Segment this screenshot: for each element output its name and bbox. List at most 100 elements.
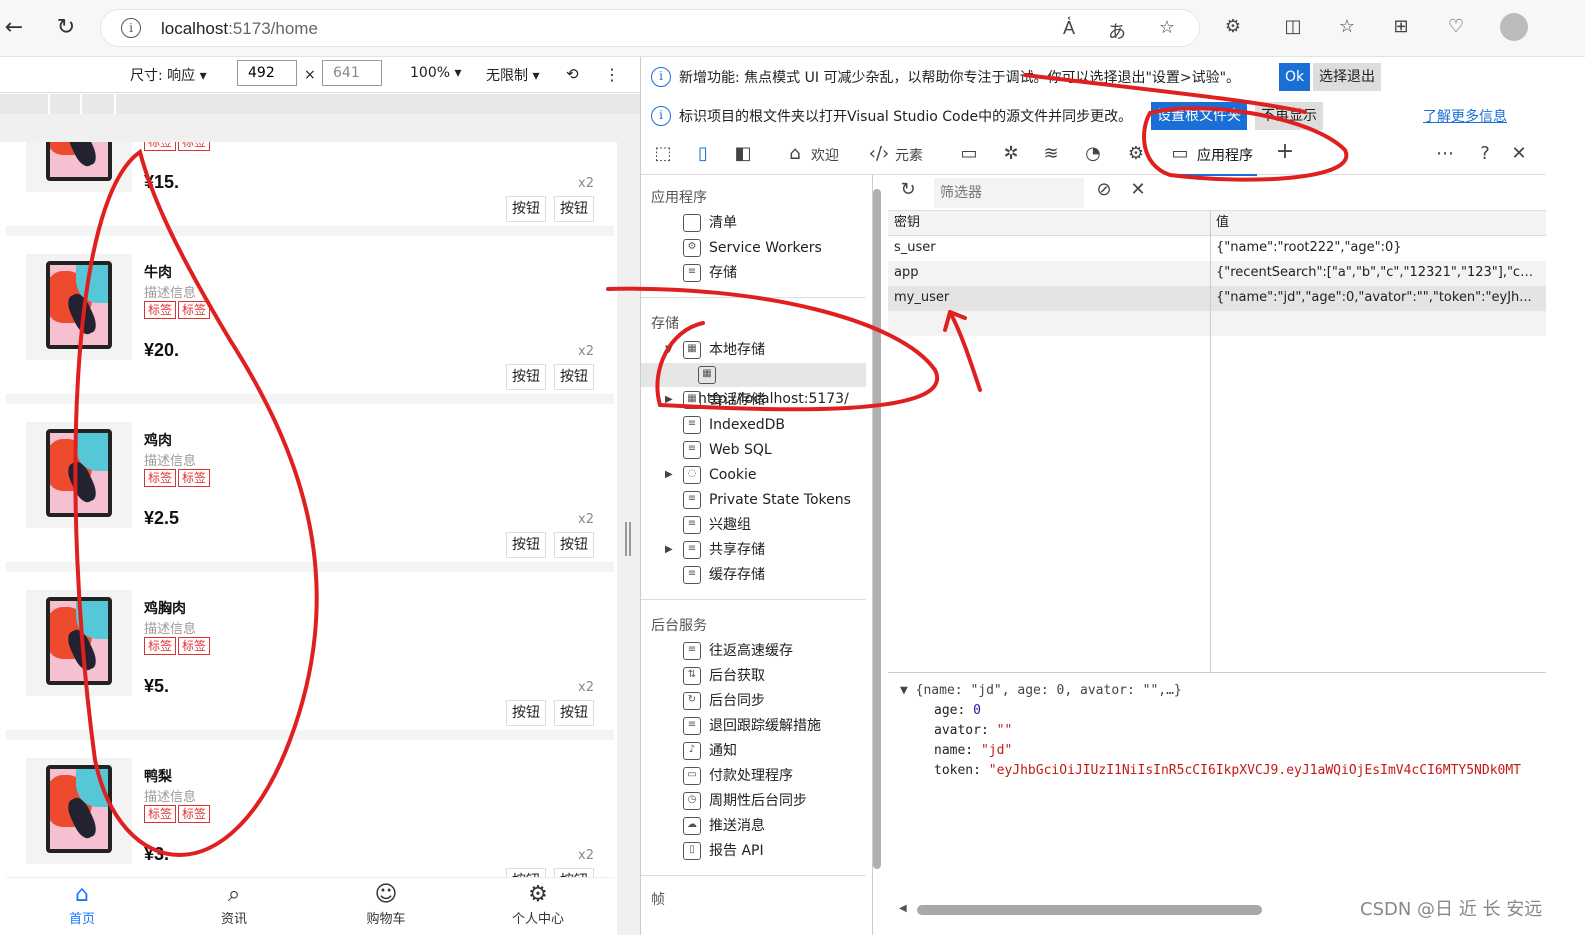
table-row[interactable]: app {"recentSearch":["a","b","c","12321"… (888, 261, 1546, 286)
url-text[interactable]: localhost:5173/home (161, 19, 318, 39)
split-screen-icon[interactable]: ◫ (1280, 16, 1306, 37)
height-input[interactable] (322, 60, 382, 86)
table-row[interactable]: s_user {"name":"root222","age":0} (888, 236, 1546, 261)
tree-item-background[interactable]: ◷ 周期性后台同步 (683, 789, 807, 813)
profile-avatar[interactable] (1500, 13, 1528, 41)
extensions-icon[interactable]: ⚙ (1220, 16, 1246, 37)
network-wifi-icon[interactable]: ≋ (1039, 143, 1063, 164)
more-options-icon[interactable]: ⋮ (604, 65, 620, 84)
refresh-icon[interactable]: ↻ (896, 179, 920, 200)
expand-arrow-icon[interactable]: ▶ (665, 388, 673, 412)
favorite-star-icon[interactable]: ☆ (1154, 17, 1180, 38)
product-button[interactable]: 按钮 (554, 196, 594, 222)
media-query-ruler[interactable] (0, 94, 640, 114)
preview-summary[interactable]: ▼ {name: "jd", age: 0, avator: "",…} (900, 681, 1182, 701)
tab-elements[interactable]: 元素 (895, 145, 923, 165)
clear-all-icon[interactable]: ⊘ (1092, 179, 1116, 200)
tree-item-background[interactable]: ≡ 往返高速缓存 (683, 639, 793, 663)
tree-item-background[interactable]: ☁ 推送消息 (683, 814, 765, 838)
close-devtools-icon[interactable]: ✕ (1507, 143, 1531, 164)
product-button[interactable]: 按钮 (554, 532, 594, 558)
learn-more-link[interactable]: 了解更多信息 (1423, 106, 1507, 126)
rotate-icon[interactable]: ⟲ (566, 65, 579, 83)
opt-out-button[interactable]: 选择退出 (1313, 63, 1381, 91)
tree-item-storage[interactable]: ≡ Private State Tokens (683, 488, 851, 512)
tab-cart[interactable]: ☺ 购物车 (336, 882, 436, 927)
address-bar[interactable]: i localhost:5173/home A᷾ あ ☆ (100, 9, 1200, 47)
tab-welcome[interactable]: 欢迎 (811, 145, 839, 165)
product-button[interactable]: 按钮 (554, 700, 594, 726)
product-card[interactable]: 鸡胸肉 描述信息 标签 标签 ¥5. x2 按钮 按钮 (6, 572, 614, 730)
product-card[interactable]: 鸭梨描述信息标签标签¥3.x2按钮按钮 (6, 740, 614, 898)
width-input[interactable] (237, 60, 297, 86)
delete-selected-icon[interactable]: ✕ (1126, 179, 1150, 200)
device-toolbar-icon[interactable]: ▯ (691, 143, 715, 164)
throttle-dropdown[interactable]: 无限制 ▾ (486, 65, 539, 85)
more-tools-icon[interactable]: ⋯ (1433, 143, 1457, 164)
column-divider[interactable] (1210, 211, 1211, 673)
translate-icon[interactable]: あ (1104, 18, 1130, 44)
add-tab-icon[interactable]: + (1273, 139, 1297, 164)
bug-icon[interactable]: ✲ (999, 143, 1023, 164)
tree-item-app[interactable]: 清单 (683, 211, 737, 235)
dimensions-dropdown[interactable]: 尺寸: 响应 ▾ (130, 65, 207, 85)
performance-icon[interactable]: ◔ (1081, 143, 1105, 164)
product-button[interactable]: 按钮 (506, 364, 546, 390)
tree-item-storage[interactable]: ≡ 兴趣组 (683, 513, 751, 537)
console-icon[interactable]: ▭ (957, 143, 981, 164)
back-icon[interactable]: ← (0, 14, 28, 42)
tree-item-storage[interactable]: ≡ IndexedDB (683, 413, 785, 437)
tree-item-background[interactable]: ⇅ 后台获取 (683, 664, 765, 688)
memory-chip-icon[interactable]: ⚙ (1124, 143, 1148, 164)
tree-item-app[interactable]: ≡ 存储 (683, 261, 737, 285)
set-root-folder-button[interactable]: 设置根文件夹 (1151, 102, 1247, 130)
product-card[interactable]: 鸡肉 描述信息 标签 标签 ¥2.5 x2 按钮 按钮 (6, 404, 614, 562)
inspect-icon[interactable]: ⬚ (651, 143, 675, 164)
tab-news[interactable]: ⌕ 资讯 (184, 882, 284, 927)
tab-profile[interactable]: ⚙ 个人中心 (488, 882, 588, 927)
expand-arrow-icon[interactable]: ▶ (665, 463, 673, 487)
expand-arrow-icon[interactable]: ▼ (665, 338, 673, 362)
tree-item-local-origin[interactable]: ▦http://localhost:5173/ (641, 363, 866, 407)
viewport-resize-handle[interactable] (617, 142, 640, 935)
product-button[interactable]: 按钮 (506, 700, 546, 726)
help-icon[interactable]: ? (1473, 143, 1497, 164)
tab-application[interactable]: 应用程序 (1167, 145, 1257, 176)
tree-item-storage[interactable]: ▶ ◌ Cookie (665, 463, 757, 487)
tree-item-background[interactable]: ▭ 付款处理程序 (683, 764, 793, 788)
zoom-dropdown[interactable]: 100% ▾ (410, 65, 462, 81)
tree-item-background[interactable]: ▯ 报告 API (683, 839, 764, 863)
tree-item-background[interactable]: ≡ 退回跟踪缓解措施 (683, 714, 821, 738)
scroll-left-icon[interactable]: ◀ (899, 903, 907, 914)
collections-icon[interactable]: ⊞ (1388, 16, 1414, 37)
refresh-icon[interactable]: ↻ (52, 14, 80, 42)
tree-item-local-storage[interactable]: ▼ ▦ 本地存储 (665, 338, 765, 362)
key-column-header[interactable]: 密钥 (894, 211, 1204, 235)
site-info-icon[interactable]: i (121, 18, 141, 38)
tab-home[interactable]: ⌂ 首页 (32, 882, 132, 927)
ok-button[interactable]: Ok (1279, 63, 1311, 91)
favorites-icon[interactable]: ☆ (1334, 16, 1360, 37)
product-button[interactable]: 按钮 (554, 364, 594, 390)
read-aloud-icon[interactable]: A᷾ (1056, 18, 1082, 39)
product-button[interactable]: 按钮 (506, 532, 546, 558)
product-card[interactable]: 标签 标签 ¥15. x2 按钮 按钮 (6, 142, 614, 226)
sidebar-scrollbar[interactable] (873, 189, 881, 869)
tree-item-storage[interactable]: ≡ Web SQL (683, 438, 772, 462)
tree-item-session-storage[interactable]: ▶ ▦ 会话存储 (665, 388, 765, 412)
dont-show-again-button[interactable]: 不再显示 (1255, 102, 1323, 130)
table-row-selected[interactable]: my_user {"name":"jd","age":0,"avator":""… (888, 286, 1546, 311)
product-button[interactable]: 按钮 (506, 196, 546, 222)
tree-item-background[interactable]: ↻ 后台同步 (683, 689, 765, 713)
value-column-header[interactable]: 值 (1216, 211, 1536, 235)
health-icon[interactable]: ♡ (1443, 16, 1469, 37)
tree-item-app[interactable]: ⚙ Service Workers (683, 236, 822, 260)
horizontal-scrollbar[interactable] (917, 905, 1262, 915)
filter-input[interactable] (934, 178, 1084, 208)
tree-item-background[interactable]: ♪ 通知 (683, 739, 737, 763)
dock-icon[interactable]: ◧ (731, 143, 755, 164)
product-card[interactable]: 牛肉 描述信息 标签 标签 ¥20. x2 按钮 按钮 (6, 236, 614, 394)
expand-arrow-icon[interactable]: ▶ (665, 538, 673, 562)
tree-item-storage[interactable]: ≡ 缓存存储 (683, 563, 765, 587)
tree-item-storage[interactable]: ▶ ≡ 共享存储 (665, 538, 765, 562)
